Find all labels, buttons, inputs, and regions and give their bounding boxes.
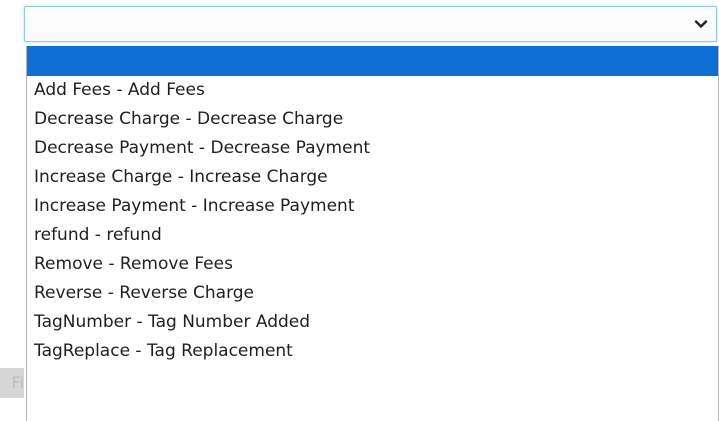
- dropdown-option-refund[interactable]: refund - refund: [27, 221, 718, 250]
- dropdown-option-decrease-charge[interactable]: Decrease Charge - Decrease Charge: [27, 105, 718, 134]
- dropdown-option-add-fees[interactable]: Add Fees - Add Fees: [27, 76, 718, 105]
- dropdown-list[interactable]: Add Fees - Add Fees Decrease Charge - De…: [26, 46, 719, 421]
- transaction-type-select[interactable]: [24, 6, 717, 42]
- page: Fi Add Fees - Add Fees Decrease Charge -…: [0, 0, 719, 421]
- chevron-down-icon[interactable]: [694, 17, 708, 31]
- dropdown-option-remove[interactable]: Remove - Remove Fees: [27, 250, 718, 279]
- obscured-background-label: Fi: [0, 368, 24, 398]
- dropdown-option-decrease-payment[interactable]: Decrease Payment - Decrease Payment: [27, 134, 718, 163]
- dropdown-option-blank[interactable]: [27, 46, 718, 76]
- dropdown-option-increase-charge[interactable]: Increase Charge - Increase Charge: [27, 163, 718, 192]
- dropdown-option-tagnumber[interactable]: TagNumber - Tag Number Added: [27, 308, 718, 337]
- dropdown-option-tagreplace[interactable]: TagReplace - Tag Replacement: [27, 337, 718, 366]
- dropdown-option-increase-payment[interactable]: Increase Payment - Increase Payment: [27, 192, 718, 221]
- dropdown-option-reverse[interactable]: Reverse - Reverse Charge: [27, 279, 718, 308]
